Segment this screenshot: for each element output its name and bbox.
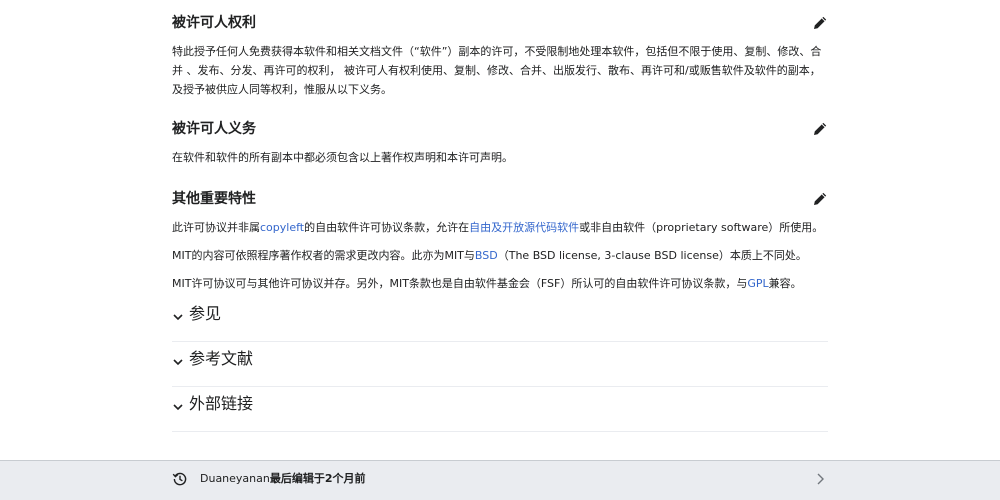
section-title: 被许可人权利 bbox=[172, 15, 256, 31]
last-edited-bar[interactable]: Duaneyanan最后编辑于2个月前 bbox=[0, 460, 1000, 500]
last-editor-name: Duaneyanan bbox=[200, 472, 270, 485]
paragraph-text: 或非自由软件（proprietary software）所使用。 bbox=[579, 221, 824, 234]
link-copyleft[interactable]: copyleft bbox=[260, 221, 304, 234]
chevron-down-icon bbox=[173, 359, 183, 366]
collapsible-see-also[interactable]: 参见 bbox=[172, 297, 828, 342]
section-header-licensee-obligations: 被许可人义务 bbox=[172, 117, 828, 141]
history-icon bbox=[172, 472, 187, 486]
paragraph-text: MIT的内容可依照程序著作权者的需求更改内容。此亦为MIT与 bbox=[172, 249, 475, 262]
paragraph-text: （The BSD license, 3-clause BSD license）本… bbox=[497, 249, 807, 262]
collapsible-title: 参见 bbox=[189, 304, 222, 323]
last-edited-text: Duaneyanan最后编辑于2个月前 bbox=[200, 470, 366, 488]
paragraph: 在软件和软件的所有副本中都必须包含以上著作权声明和本许可声明。 bbox=[172, 148, 828, 167]
section-title: 被许可人义务 bbox=[172, 121, 256, 137]
section-header-other-features: 其他重要特性 bbox=[172, 187, 828, 211]
link-bsd[interactable]: BSD bbox=[475, 249, 498, 262]
paragraph: MIT许可协议可与其他许可协议并存。另外，MIT条款也是自由软件基金会（FSF）… bbox=[172, 274, 828, 293]
paragraph-text: 兼容。 bbox=[768, 277, 802, 290]
chevron-right-icon bbox=[817, 473, 824, 485]
link-gpl[interactable]: GPL bbox=[747, 277, 768, 290]
paragraph-text: 在软件和软件的所有副本中都必须包含以上著作权声明和本许可声明。 bbox=[172, 151, 513, 164]
pencil-icon[interactable] bbox=[812, 15, 828, 31]
paragraph: 特此授予任何人免费获得本软件和相关文档文件（“软件”）副本的许可，不受限制地处理… bbox=[172, 42, 828, 99]
section-title: 其他重要特性 bbox=[172, 191, 256, 207]
link-foss[interactable]: 自由及开放源代码软件 bbox=[469, 221, 579, 234]
paragraph-text: 此许可协议并非属 bbox=[172, 221, 260, 234]
paragraph-text: MIT许可协议可与其他许可协议并存。另外，MIT条款也是自由软件基金会（FSF）… bbox=[172, 277, 748, 290]
paragraph: MIT的内容可依照程序著作权者的需求更改内容。此亦为MIT与BSD（The BS… bbox=[172, 246, 828, 265]
pencil-icon[interactable] bbox=[812, 121, 828, 137]
paragraph-text: 的自由软件许可协议条款，允许在 bbox=[304, 221, 470, 234]
chevron-down-icon bbox=[173, 314, 183, 321]
paragraph: 此许可协议并非属copyleft的自由软件许可协议条款，允许在自由及开放源代码软… bbox=[172, 218, 828, 237]
paragraph-text: 特此授予任何人免费获得本软件和相关文档文件（“软件”）副本的许可，不受限制地处理… bbox=[172, 45, 822, 96]
last-edited-time: 最后编辑于2个月前 bbox=[269, 472, 366, 485]
section-header-licensee-rights: 被许可人权利 bbox=[172, 11, 828, 35]
chevron-down-icon bbox=[173, 404, 183, 411]
collapsible-external-links[interactable]: 外部链接 bbox=[172, 387, 828, 432]
collapsible-references[interactable]: 参考文献 bbox=[172, 342, 828, 387]
collapsible-title: 参考文献 bbox=[189, 349, 254, 368]
collapsible-title: 外部链接 bbox=[189, 394, 254, 413]
pencil-icon[interactable] bbox=[812, 191, 828, 207]
